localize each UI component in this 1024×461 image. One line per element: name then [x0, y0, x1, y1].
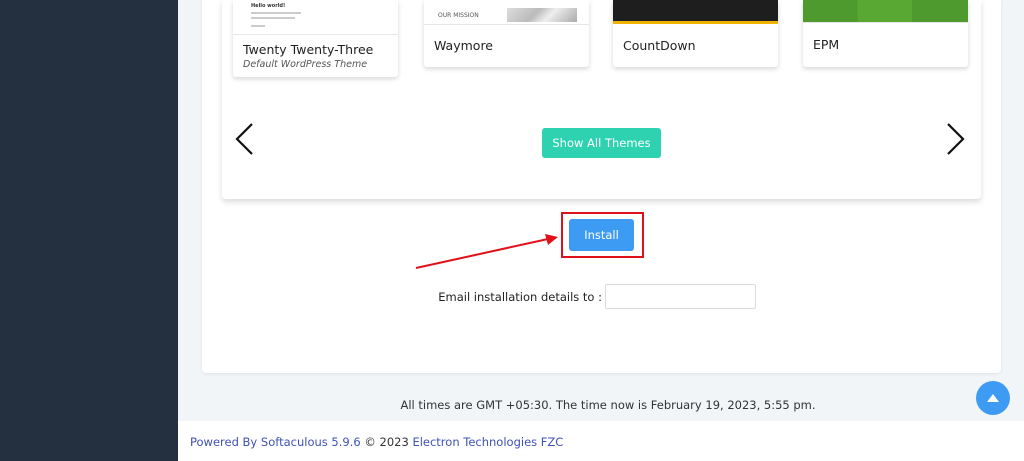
powered-prefix: Powered By: [190, 435, 258, 449]
server-time-text: All times are GMT +05:30. The time now i…: [400, 398, 816, 412]
theme-subtitle: Default WordPress Theme: [243, 59, 368, 70]
theme-card-countdown[interactable]: CountDown: [613, 0, 778, 67]
theme-card-epm[interactable]: EPM: [803, 0, 968, 67]
chevron-left-icon: [235, 123, 253, 155]
copyright-text: © 2023: [364, 435, 409, 449]
thumbnail-heading: Hello world!: [251, 3, 286, 9]
sidebar: [0, 0, 178, 461]
arrow-up-icon: [987, 394, 999, 402]
softaculous-version: Softaculous 5.9.6: [260, 435, 361, 449]
scroll-to-top-button[interactable]: [976, 381, 1010, 415]
carousel-next-button[interactable]: [942, 121, 968, 157]
install-button[interactable]: Install: [569, 219, 634, 251]
theme-name: EPM: [813, 37, 840, 52]
company-link[interactable]: Electron Technologies FZC: [412, 435, 563, 449]
thumbnail-text-line: [251, 17, 295, 19]
theme-name: CountDown: [623, 38, 696, 53]
thumbnail-text-line: [251, 25, 265, 27]
footer-text: Powered By Softaculous 5.9.6 © 2023 Elec…: [190, 435, 563, 449]
email-field[interactable]: [605, 284, 756, 309]
show-all-themes-button[interactable]: Show All Themes: [542, 128, 661, 158]
powered-by-link[interactable]: Powered By Softaculous 5.9.6: [190, 435, 361, 449]
thumbnail-image: [507, 8, 577, 22]
carousel-prev-button[interactable]: [232, 121, 258, 157]
theme-name: Twenty Twenty-Three: [243, 42, 374, 57]
theme-thumbnail: Hello world!: [233, 0, 398, 35]
chevron-right-icon: [947, 123, 965, 155]
theme-thumbnail: [613, 0, 778, 24]
theme-card-twenty-twenty-three[interactable]: Hello world! Twenty Twenty-Three Default…: [233, 0, 398, 77]
theme-thumbnail: OUR MISSION: [424, 0, 589, 25]
thumbnail-caption: OUR MISSION: [438, 12, 479, 19]
theme-name: Waymore: [434, 38, 493, 53]
thumbnail-text-line: [251, 12, 301, 14]
theme-thumbnail: [803, 0, 968, 23]
footer: Powered By Softaculous 5.9.6 © 2023 Elec…: [178, 421, 1024, 461]
annotation-arrow-icon: [415, 234, 558, 269]
email-details-label: Email installation details to :: [438, 290, 602, 304]
theme-card-waymore[interactable]: OUR MISSION Waymore: [424, 0, 589, 67]
